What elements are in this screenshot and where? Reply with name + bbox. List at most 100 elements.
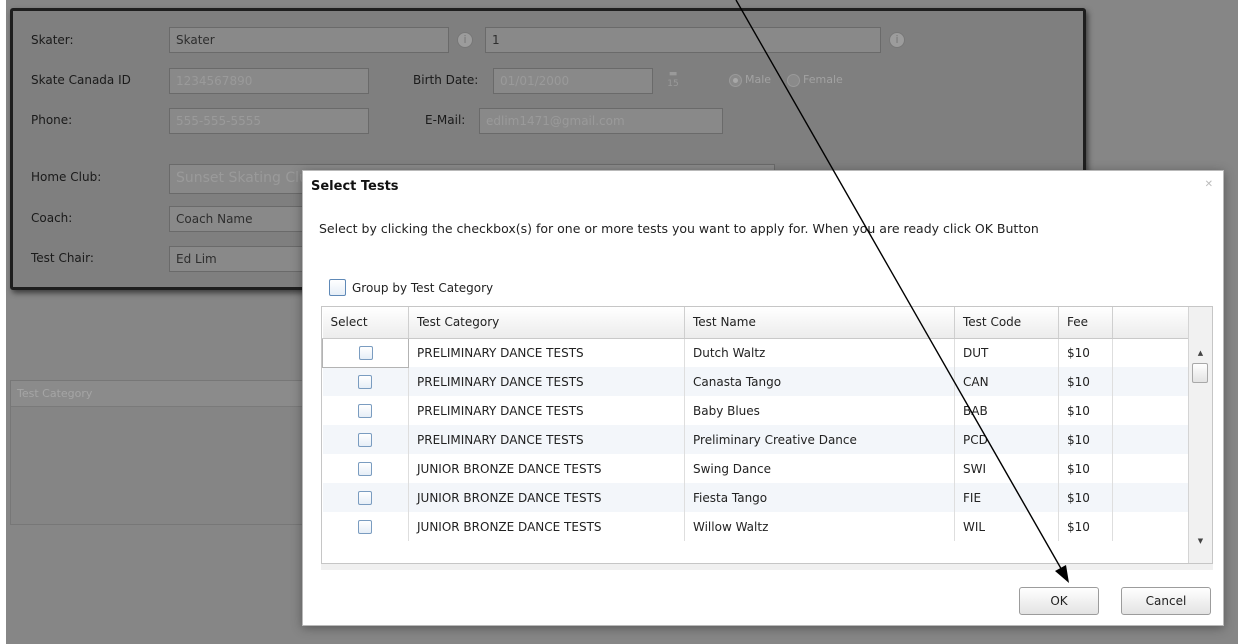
select-checkbox[interactable] <box>358 519 373 534</box>
fee-cell: $10 <box>1058 396 1113 425</box>
table-row[interactable]: PRELIMINARY DANCE TESTS Preliminary Crea… <box>322 425 1189 454</box>
ok-button[interactable]: OK <box>1019 587 1099 615</box>
select-tests-dialog: Select Tests ✕ Select by clicking the ch… <box>302 170 1224 626</box>
scroll-down-arrow-icon[interactable]: ▼ <box>1189 533 1212 549</box>
test-name-cell: Preliminary Creative Dance <box>684 425 955 454</box>
phone-label: Phone: <box>31 113 73 127</box>
fee-cell: $10 <box>1058 512 1113 541</box>
test-code-cell: FIE <box>954 483 1059 512</box>
fee-cell: $10 <box>1058 367 1113 396</box>
info-icon: i <box>457 32 473 48</box>
group-by-category-option[interactable]: Group by Test Category <box>329 279 493 296</box>
select-checkbox[interactable] <box>358 403 373 418</box>
test-code-cell: WIL <box>954 512 1059 541</box>
column-header-test-category[interactable]: Test Category <box>408 307 685 339</box>
column-header-test-name[interactable]: Test Name <box>684 307 955 339</box>
male-radio[interactable] <box>729 74 742 87</box>
table-row[interactable]: JUNIOR BRONZE DANCE TESTS Swing Dance SW… <box>322 454 1189 483</box>
test-category-cell: PRELIMINARY DANCE TESTS <box>408 396 685 425</box>
select-cell[interactable] <box>322 454 409 483</box>
test-chair-input[interactable]: Ed Lim <box>169 246 305 272</box>
phone-input[interactable]: 555-555-5555 <box>169 108 369 134</box>
blank-cell <box>1112 367 1189 396</box>
test-name-cell: Baby Blues <box>684 396 955 425</box>
grid-header-row: Select Test Category Test Name Test Code… <box>322 307 1189 339</box>
table-row[interactable]: JUNIOR BRONZE DANCE TESTS Willow Waltz W… <box>322 512 1189 541</box>
blank-cell <box>1112 483 1189 512</box>
skate-canada-id-input[interactable]: 1234567890 <box>169 68 369 94</box>
fee-cell: $10 <box>1058 338 1113 367</box>
test-chair-label: Test Chair: <box>31 251 94 265</box>
select-cell[interactable] <box>322 425 409 454</box>
email-label: E-Mail: <box>425 113 466 127</box>
test-code-cell: BAB <box>954 396 1059 425</box>
select-cell[interactable] <box>322 512 409 541</box>
test-name-cell: Canasta Tango <box>684 367 955 396</box>
select-checkbox[interactable] <box>358 432 373 447</box>
blank-cell <box>1112 338 1189 367</box>
column-header-select[interactable]: Select <box>322 307 409 339</box>
column-header-test-code[interactable]: Test Code <box>954 307 1059 339</box>
test-code-cell: PCD <box>954 425 1059 454</box>
table-row[interactable]: PRELIMINARY DANCE TESTS Baby Blues BAB $… <box>322 396 1189 425</box>
scroll-up-arrow-icon[interactable]: ▲ <box>1189 345 1212 361</box>
column-header-fee[interactable]: Fee <box>1058 307 1113 339</box>
column-header-blank <box>1112 307 1189 339</box>
test-code-cell: DUT <box>954 338 1059 367</box>
group-by-category-checkbox[interactable] <box>329 279 346 296</box>
test-category-cell: PRELIMINARY DANCE TESTS <box>408 338 685 367</box>
test-category-cell: JUNIOR BRONZE DANCE TESTS <box>408 512 685 541</box>
skater-label: Skater: <box>31 33 74 47</box>
fee-cell: $10 <box>1058 425 1113 454</box>
test-code-cell: SWI <box>954 454 1059 483</box>
email-input[interactable]: edlim1471@gmail.com <box>479 108 723 134</box>
test-name-cell: Swing Dance <box>684 454 955 483</box>
select-cell[interactable] <box>322 367 409 396</box>
table-row[interactable]: PRELIMINARY DANCE TESTS Canasta Tango CA… <box>322 367 1189 396</box>
test-name-cell: Willow Waltz <box>684 512 955 541</box>
blank-cell <box>1112 425 1189 454</box>
coach-label: Coach: <box>31 211 73 225</box>
select-checkbox[interactable] <box>358 490 373 505</box>
skater-first-name-input[interactable]: Skater <box>169 27 449 53</box>
skater-last-name-input[interactable]: 1 <box>485 27 881 53</box>
test-category-header: Test Category <box>11 381 309 407</box>
scroll-thumb[interactable] <box>1192 363 1208 383</box>
grid-vertical-scrollbar[interactable]: ▲ ▼ <box>1188 307 1212 563</box>
test-name-cell: Dutch Waltz <box>684 338 955 367</box>
group-by-category-label: Group by Test Category <box>352 280 494 295</box>
select-checkbox[interactable] <box>358 375 373 389</box>
select-cell[interactable] <box>322 337 409 368</box>
male-radio-label: Male <box>745 73 772 86</box>
test-category-cell: JUNIOR BRONZE DANCE TESTS <box>408 483 685 512</box>
dialog-title: Select Tests <box>311 179 399 194</box>
blank-cell <box>1112 512 1189 541</box>
blank-cell <box>1112 454 1189 483</box>
test-name-cell: Fiesta Tango <box>684 483 955 512</box>
blank-cell <box>1112 396 1189 425</box>
test-category-panel: Test Category <box>10 380 310 525</box>
birth-date-input[interactable]: 01/01/2000 <box>493 68 653 94</box>
dialog-instruction: Select by clicking the checkbox(s) for o… <box>319 221 1039 236</box>
table-row[interactable]: JUNIOR BRONZE DANCE TESTS Fiesta Tango F… <box>322 483 1189 512</box>
female-radio[interactable] <box>787 74 800 87</box>
select-cell[interactable] <box>322 396 409 425</box>
select-checkbox[interactable] <box>358 345 373 360</box>
calendar-icon[interactable]: ▬ 15 <box>661 69 685 91</box>
skate-canada-id-label: Skate Canada ID <box>31 73 131 87</box>
grid-footer <box>321 564 1213 570</box>
fee-cell: $10 <box>1058 454 1113 483</box>
home-club-label: Home Club: <box>31 170 102 184</box>
coach-input[interactable]: Coach Name <box>169 206 305 232</box>
test-category-cell: PRELIMINARY DANCE TESTS <box>408 425 685 454</box>
tests-grid: Select Test Category Test Name Test Code… <box>321 306 1213 564</box>
birth-date-label: Birth Date: <box>413 73 479 87</box>
close-icon[interactable]: ✕ <box>1205 179 1213 190</box>
fee-cell: $10 <box>1058 483 1113 512</box>
select-checkbox[interactable] <box>358 461 373 476</box>
table-row[interactable]: PRELIMINARY DANCE TESTS Dutch Waltz DUT … <box>322 337 1189 368</box>
select-cell[interactable] <box>322 483 409 512</box>
cancel-button[interactable]: Cancel <box>1121 587 1211 615</box>
info-icon: i <box>889 32 905 48</box>
test-category-cell: JUNIOR BRONZE DANCE TESTS <box>408 454 685 483</box>
